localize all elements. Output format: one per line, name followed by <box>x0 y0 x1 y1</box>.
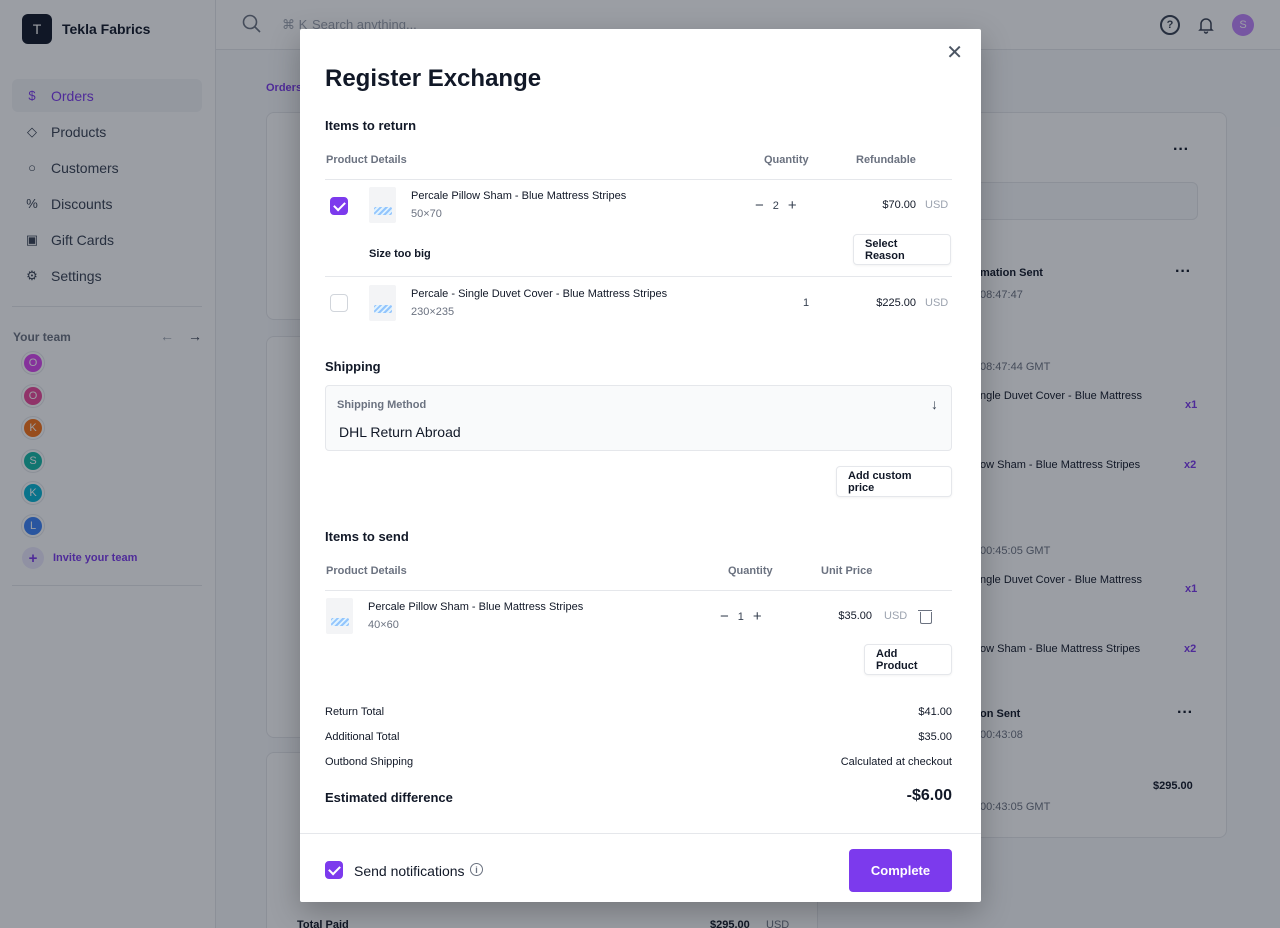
additional-total-label: Additional Total <box>325 731 400 743</box>
shipping-method-label: Shipping Method <box>337 399 427 411</box>
send-notifications-label: Send notifications <box>354 863 465 879</box>
product-name: Percale Pillow Sham - Blue Mattress Stri… <box>368 601 584 613</box>
currency: USD <box>925 199 949 211</box>
estimated-difference-label: Estimated difference <box>325 790 453 805</box>
outbound-shipping-label: Outbond Shipping <box>325 756 414 768</box>
product-name: Percale Pillow Sham - Blue Mattress Stri… <box>411 190 627 202</box>
shipping-method-value: DHL Return Abroad <box>339 424 461 440</box>
select-reason-button[interactable]: Select Reason <box>853 234 951 265</box>
col-refundable: Refundable <box>856 154 916 166</box>
quantity-value: 1 <box>803 297 810 309</box>
shipping-title: Shipping <box>325 359 381 374</box>
complete-button[interactable]: Complete <box>849 849 952 892</box>
product-thumbnail <box>369 187 396 223</box>
product-size: 40×60 <box>368 619 399 631</box>
plus-icon[interactable]: + <box>753 608 762 625</box>
col-product-details: Product Details <box>326 154 407 166</box>
return-item-checkbox[interactable] <box>330 197 348 215</box>
footer-divider <box>300 833 981 834</box>
close-icon[interactable]: ✕ <box>946 40 963 65</box>
add-custom-price-button[interactable]: Add custom price <box>836 466 952 497</box>
refundable-price: $70.00 <box>882 199 916 211</box>
product-thumbnail <box>369 285 396 321</box>
return-reason: Size too big <box>369 248 431 260</box>
currency: USD <box>884 610 908 622</box>
product-name: Percale - Single Duvet Cover - Blue Matt… <box>411 288 668 300</box>
return-item-checkbox[interactable] <box>330 294 348 312</box>
product-size: 230×235 <box>411 306 455 318</box>
return-total-value: $41.00 <box>918 706 952 718</box>
info-icon[interactable]: i <box>470 863 483 876</box>
estimated-difference-value: -$6.00 <box>906 787 952 804</box>
arrow-down-icon: ↓ <box>931 396 938 412</box>
refundable-price: $225.00 <box>876 297 916 309</box>
table-divider <box>325 590 952 591</box>
shipping-method-select[interactable]: Shipping Method DHL Return Abroad ↓ <box>325 385 952 451</box>
add-product-button[interactable]: Add Product <box>864 644 952 675</box>
quantity-value: 1 <box>737 610 744 623</box>
unit-price: $35.00 <box>838 610 872 622</box>
items-to-return-title: Items to return <box>325 118 417 133</box>
quantity-stepper: − 1 + <box>720 608 762 625</box>
col-product-details: Product Details <box>326 565 407 577</box>
table-divider <box>325 179 952 180</box>
outbound-shipping-value: Calculated at checkout <box>840 756 952 768</box>
minus-icon[interactable]: − <box>755 197 764 214</box>
send-notifications-checkbox[interactable] <box>325 861 343 879</box>
quantity-value: 2 <box>772 199 779 212</box>
return-total-label: Return Total <box>325 706 385 718</box>
col-unit-price: Unit Price <box>821 565 873 577</box>
items-to-send-title: Items to send <box>325 529 409 544</box>
table-divider <box>325 276 952 277</box>
col-quantity: Quantity <box>728 565 773 577</box>
plus-icon[interactable]: + <box>788 197 797 214</box>
currency: USD <box>925 297 949 309</box>
quantity-stepper: − 2 + <box>755 197 797 214</box>
col-quantity: Quantity <box>764 154 809 166</box>
trash-icon[interactable] <box>918 609 932 624</box>
product-thumbnail <box>326 598 353 634</box>
modal-title: Register Exchange <box>325 65 542 92</box>
product-size: 50×70 <box>411 208 442 220</box>
register-exchange-modal: ✕ Register Exchange Items to return Prod… <box>300 29 981 902</box>
additional-total-value: $35.00 <box>918 731 952 743</box>
minus-icon[interactable]: − <box>720 608 729 625</box>
